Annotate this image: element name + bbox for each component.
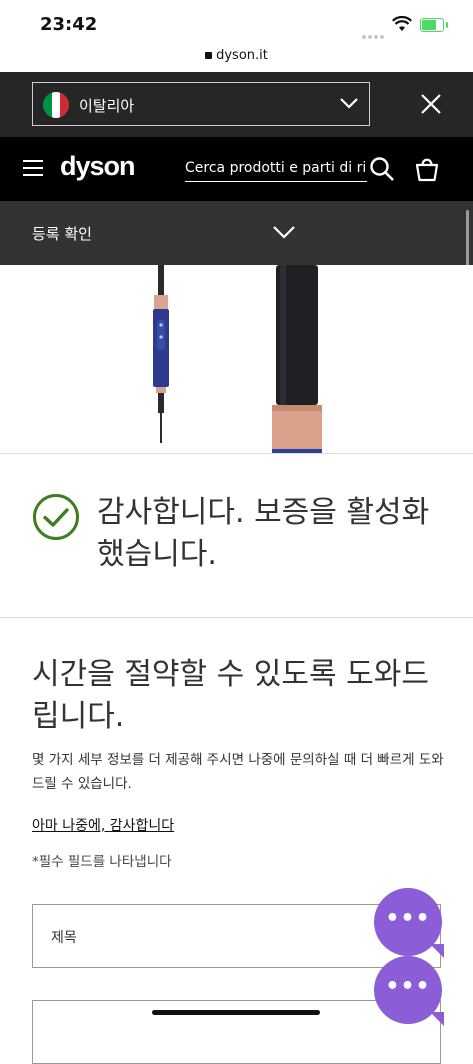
product-image (0, 265, 473, 453)
chevron-down-icon (272, 222, 296, 246)
dyson-logo[interactable]: dyson (60, 151, 136, 182)
divider (0, 453, 473, 454)
maybe-later-link[interactable]: 아마 나중에, 감사합니다 (32, 815, 174, 835)
search-input[interactable] (185, 155, 367, 182)
section-title: 시간을 절약할 수 있도록 도와드립니다. (32, 657, 429, 734)
browser-url-bar[interactable]: dyson.it (0, 48, 473, 72)
home-indicator (152, 1010, 320, 1015)
chevron-down-icon (339, 95, 359, 115)
main-nav: dyson (0, 137, 473, 201)
status-time: 23:42 (40, 14, 98, 35)
hamburger-icon[interactable] (23, 160, 43, 178)
chat-icon[interactable]: ••• (374, 956, 444, 1026)
chat-icon[interactable]: ••• (374, 888, 444, 958)
country-label: 이탈리아 (79, 97, 135, 115)
bag-icon[interactable] (415, 156, 439, 186)
divider (0, 617, 473, 618)
italy-flag-icon (43, 92, 69, 118)
status-bar: 23:42 (0, 0, 473, 48)
browser-url: dyson.it (216, 48, 268, 63)
country-select[interactable]: 이탈리아 (32, 82, 370, 126)
country-bar: 이탈리아 (0, 72, 473, 137)
section-description: 몇 가지 세부 정보를 더 제공해 주시면 나중에 문의하실 때 더 빠르게 도… (32, 752, 444, 792)
search-icon[interactable] (369, 156, 395, 186)
chat-dots: ••• (385, 974, 431, 999)
registration-bar[interactable]: 등록 확인 (0, 201, 473, 265)
registration-label: 등록 확인 (32, 225, 92, 243)
check-circle-icon (32, 493, 80, 545)
field-label: 제목 (51, 930, 77, 946)
confirmation-message: 감사합니다. 보증을 활성화했습니다. (97, 495, 430, 572)
close-icon[interactable] (419, 92, 443, 120)
required-note: *필수 필드를 나타냅니다 (32, 854, 172, 870)
battery-icon (420, 18, 448, 32)
chat-dots: ••• (385, 906, 431, 931)
lock-icon (205, 52, 213, 59)
signal-icon (362, 24, 386, 43)
wifi-icon (392, 15, 412, 36)
